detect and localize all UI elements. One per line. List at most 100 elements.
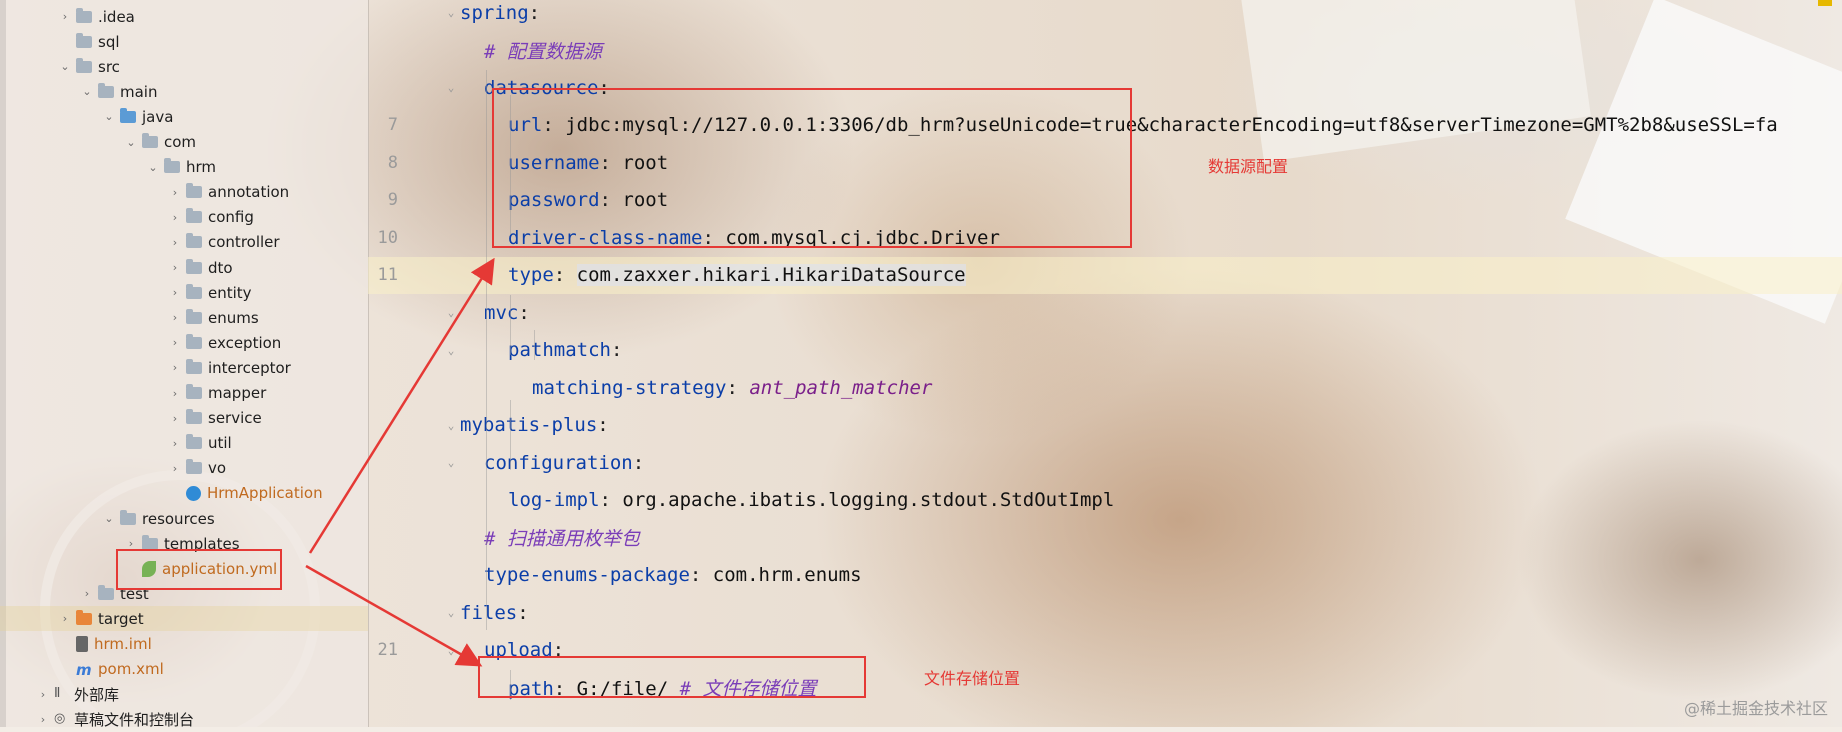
code-text: configuration: (484, 452, 644, 474)
tree-item[interactable]: › dto (0, 255, 368, 280)
chevron-right-icon[interactable]: › (168, 236, 182, 249)
chevron-down-icon[interactable]: ⌄ (80, 85, 94, 98)
yaml-key: mvc (484, 301, 519, 324)
code-text: spring: (460, 2, 540, 24)
tree-item[interactable]: › exception (0, 330, 368, 355)
code-line[interactable]: pathmatch: ⌄ (368, 332, 1842, 369)
tree-item[interactable]: › entity (0, 280, 368, 305)
code-line[interactable]: spring: ⌄ (368, 0, 1842, 31)
code-line[interactable]: mybatis-plus: ⌄ (368, 407, 1842, 444)
code-line[interactable]: mvc: ⌄ (368, 294, 1842, 331)
tree-item[interactable]: › vo (0, 456, 368, 481)
fold-marker-icon[interactable]: ⌄ (444, 344, 458, 358)
yaml-key: configuration (484, 451, 633, 474)
code-line[interactable]: # 配置数据源 (368, 32, 1842, 69)
chevron-right-icon[interactable]: › (168, 361, 182, 374)
source-folder-icon (120, 107, 136, 123)
tree-item-label: java (142, 107, 174, 126)
code-line[interactable]: configuration: ⌄ (368, 444, 1842, 481)
tree-item-label: mapper (208, 384, 267, 402)
yaml-key: mybatis-plus (460, 414, 598, 436)
chevron-right-icon[interactable]: › (168, 412, 182, 425)
tree-item-label: HrmApplication (207, 484, 323, 503)
code-text: type-enums-package: com.hrm.enums (484, 564, 862, 586)
chevron-right-icon[interactable]: › (58, 612, 72, 625)
tree-item[interactable]: › controller (0, 230, 368, 255)
yaml-value: org.apache.ibatis.logging.stdout.StdOutI… (622, 489, 1115, 511)
package-icon (186, 459, 202, 475)
tree-item[interactable]: HrmApplication (0, 481, 368, 506)
folder-icon (98, 82, 114, 98)
fold-marker-icon[interactable]: ⌄ (444, 456, 458, 470)
code-line[interactable]: matching-strategy: ant_path_matcher (368, 369, 1842, 406)
tree-item[interactable]: ⌄ java (0, 104, 368, 129)
tree-item[interactable]: › util (0, 431, 368, 456)
tree-item-label: service (208, 409, 262, 428)
chevron-right-icon[interactable]: › (36, 713, 50, 726)
code-text: mvc: (484, 302, 530, 324)
fold-marker-icon[interactable]: ⌄ (444, 606, 458, 620)
code-line[interactable]: 11 type: com.zaxxer.hikari.HikariDataSour… (368, 256, 1842, 294)
code-line[interactable]: # 扫描通用枚举包 (368, 519, 1842, 556)
chevron-down-icon[interactable]: ⌄ (146, 161, 160, 174)
tree-item[interactable]: ⌄ hrm (0, 155, 368, 180)
excluded-folder-icon (76, 609, 92, 625)
code-text: matching-strategy: ant_path_matcher (532, 377, 932, 399)
tree-item[interactable]: ⌄ resources (0, 506, 368, 531)
folder-icon (98, 584, 114, 600)
tree-item[interactable]: m pom.xml (0, 657, 368, 682)
tree-item[interactable]: ⌄ main (0, 79, 368, 104)
chevron-right-icon[interactable]: › (168, 311, 182, 324)
tree-item[interactable]: › target (0, 606, 368, 632)
chevron-down-icon[interactable]: ⌄ (124, 136, 138, 149)
fold-marker-icon[interactable]: ⌄ (444, 419, 458, 433)
fold-marker-icon[interactable]: ⌄ (444, 644, 458, 658)
package-icon (186, 308, 202, 324)
code-text: mybatis-plus: (460, 414, 609, 436)
tree-item-label: .idea (98, 7, 135, 26)
chevron-right-icon[interactable]: › (168, 211, 182, 224)
iml-file-icon (76, 636, 88, 652)
chevron-right-icon[interactable]: › (168, 437, 182, 450)
tree-item[interactable]: › Ⅱ 外部库 (0, 682, 368, 707)
tree-item[interactable]: › interceptor (0, 355, 368, 380)
tree-item[interactable]: › .idea (0, 4, 368, 29)
fold-marker-icon[interactable]: ⌄ (444, 306, 458, 320)
chevron-right-icon[interactable]: › (168, 186, 182, 199)
tree-item[interactable]: › enums (0, 305, 368, 330)
tree-item[interactable]: hrm.iml (0, 632, 368, 657)
chevron-down-icon[interactable]: ⌄ (102, 110, 116, 123)
warning-indicator[interactable] (1818, 0, 1832, 6)
watermark: @稀土掘金技术社区 (1683, 699, 1828, 718)
code-line[interactable]: type-enums-package: com.hrm.enums (368, 557, 1842, 594)
folder-icon (76, 57, 92, 73)
chevron-right-icon[interactable]: › (168, 387, 182, 400)
code-line[interactable]: files: ⌄ (368, 594, 1842, 631)
chevron-right-icon[interactable]: › (168, 261, 182, 274)
fold-marker-icon[interactable]: ⌄ (444, 81, 458, 95)
tree-item[interactable]: › ◎ 草稿文件和控制台 (0, 707, 368, 732)
tree-item[interactable]: › config (0, 205, 368, 230)
chevron-right-icon[interactable]: › (168, 336, 182, 349)
chevron-right-icon[interactable]: › (168, 286, 182, 299)
tree-item[interactable]: › mapper (0, 381, 368, 406)
tree-item[interactable]: ⌄ src (0, 54, 368, 79)
tree-item-label: target (98, 609, 144, 628)
chevron-right-icon[interactable]: › (58, 10, 72, 23)
folder-icon (76, 32, 92, 48)
line-number: 10 (377, 227, 398, 248)
tree-item-label: hrm (186, 158, 217, 177)
tree-item[interactable]: ⌄ com (0, 130, 368, 155)
chevron-down-icon[interactable]: ⌄ (58, 60, 72, 73)
chevron-down-icon[interactable]: ⌄ (102, 512, 116, 525)
fold-marker-icon[interactable]: ⌄ (444, 6, 458, 20)
yaml-key: files (460, 601, 518, 624)
code-line[interactable]: log-impl: org.apache.ibatis.logging.stdo… (368, 482, 1842, 519)
tree-item[interactable]: › service (0, 406, 368, 431)
tree-item[interactable]: › annotation (0, 180, 368, 205)
tree-item[interactable]: sql (0, 29, 368, 54)
chevron-right-icon[interactable]: › (168, 462, 182, 475)
chevron-right-icon[interactable]: › (80, 587, 94, 600)
yaml-key: spring (460, 1, 529, 24)
chevron-right-icon[interactable]: › (36, 688, 50, 701)
